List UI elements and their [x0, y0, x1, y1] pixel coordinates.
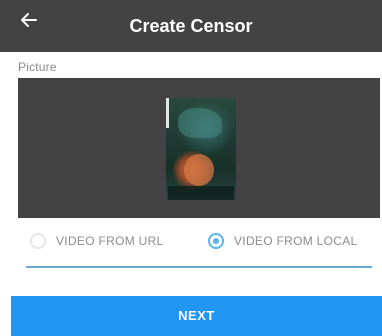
radio-unchecked-icon[interactable] — [30, 233, 46, 249]
video-thumbnail — [166, 98, 236, 200]
radio-checked-icon[interactable] — [208, 233, 224, 249]
picture-preview[interactable] — [18, 78, 380, 218]
next-button[interactable]: NEXT — [11, 296, 382, 336]
picture-label: Picture — [18, 60, 57, 74]
video-path-input[interactable] — [26, 266, 372, 268]
radio-label-local: VIDEO FROM LOCAL — [234, 234, 358, 248]
app-bar: Create Censor — [0, 0, 382, 52]
radio-video-from-url[interactable]: VIDEO FROM URL — [30, 228, 164, 254]
page-title: Create Censor — [129, 16, 253, 36]
radio-label-url: VIDEO FROM URL — [56, 234, 164, 248]
video-source-radio-group: VIDEO FROM URL VIDEO FROM LOCAL — [18, 228, 380, 254]
create-censor-screen: Create Censor Picture VIDEO FROM URL VID… — [0, 0, 382, 336]
radio-video-from-local[interactable]: VIDEO FROM LOCAL — [208, 228, 358, 254]
